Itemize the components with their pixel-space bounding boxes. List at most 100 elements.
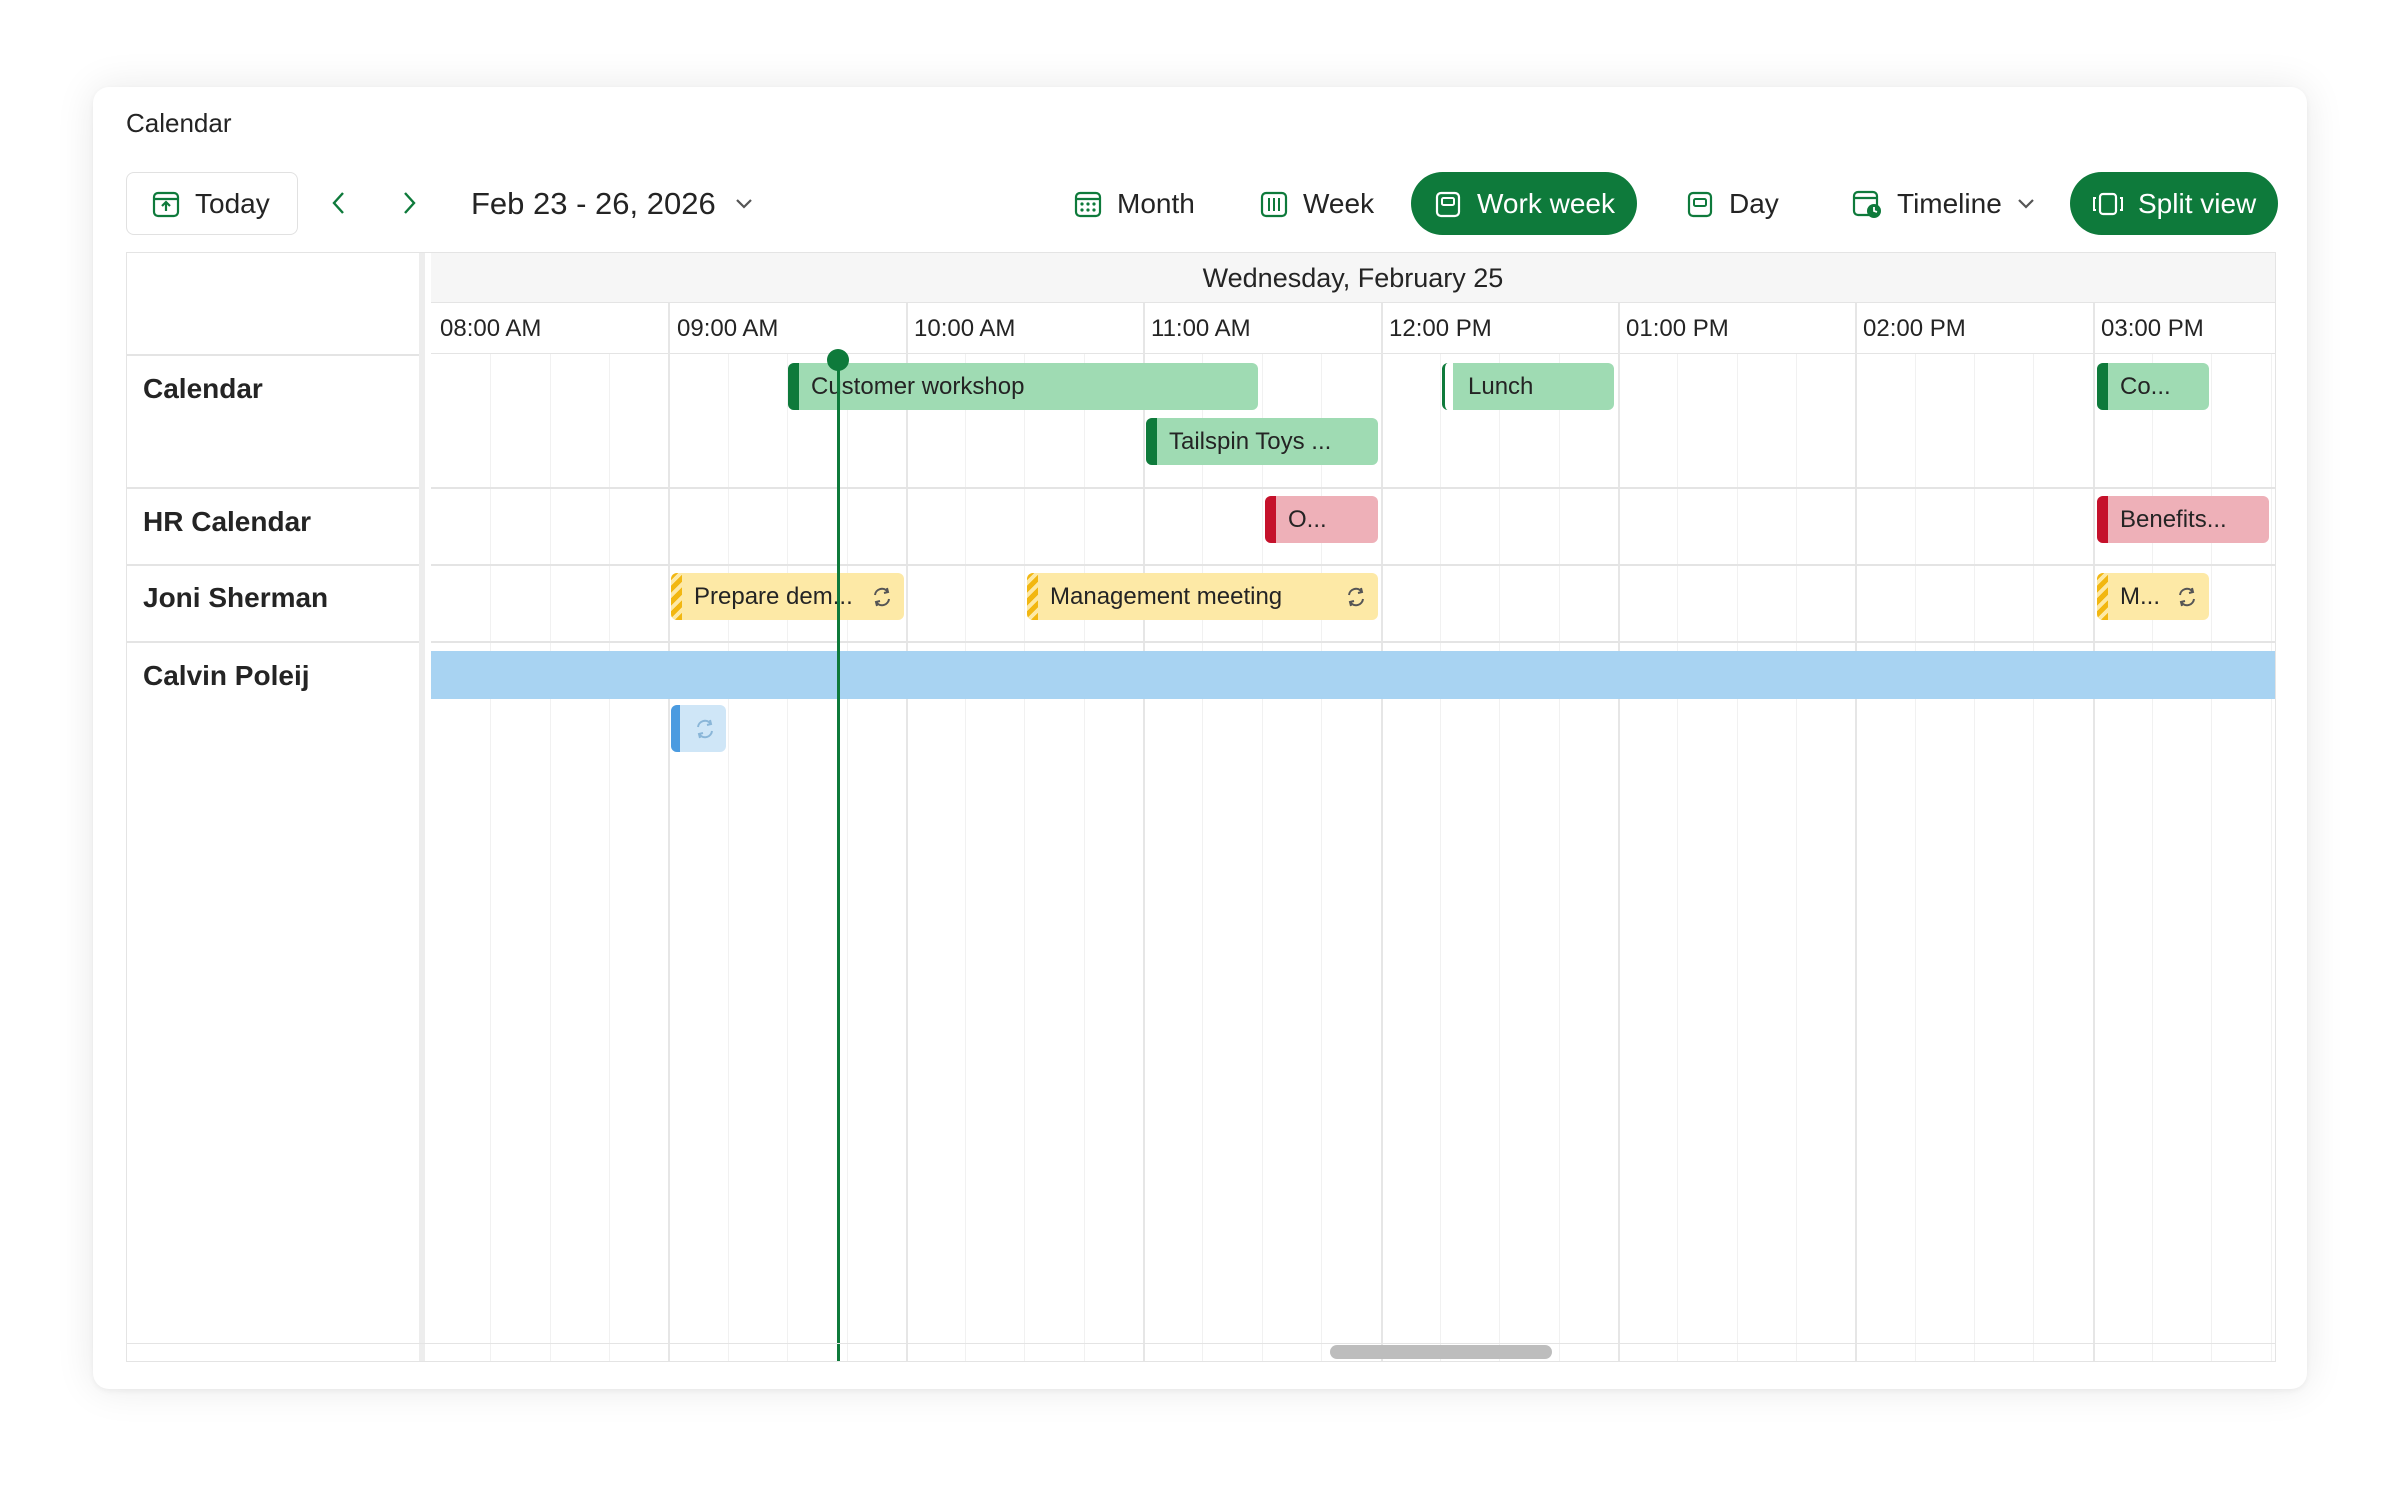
minor-gridline	[1974, 354, 1975, 1361]
today-label: Today	[195, 187, 270, 219]
recurrence-icon	[870, 585, 894, 609]
hour-gridline	[1143, 303, 1145, 1361]
minor-gridline	[1202, 354, 1203, 1361]
split-view-button[interactable]: Split view	[2070, 172, 2279, 235]
event-title: Benefits...	[2120, 505, 2227, 533]
resource-name: Calvin Poleij	[143, 660, 310, 691]
horizontal-scrollbar[interactable]	[127, 1343, 2275, 1361]
resource-name: HR Calendar	[143, 506, 312, 537]
row-divider	[127, 487, 419, 489]
minor-gridline	[1915, 354, 1916, 1361]
chevron-down-icon	[735, 199, 752, 209]
header-divider	[127, 354, 419, 356]
hour-label: 03:00 PM	[2101, 315, 2204, 342]
hour-label: 09:00 AM	[677, 315, 779, 342]
resource-name: Joni Sherman	[143, 582, 329, 613]
calendar-today-icon	[152, 191, 180, 217]
timeline-grid: Calendar HR Calendar Joni Sherman Calvin…	[126, 252, 2276, 1362]
event-title: Tailspin Toys ...	[1169, 427, 1332, 455]
event-customer-workshop[interactable]: Customer workshop	[788, 363, 1258, 410]
hour-header-row: 08:00 AM 09:00 AM 10:00 AM 11:00 AM 12:0…	[431, 303, 2275, 354]
event-lunch[interactable]: Lunch	[1442, 363, 1614, 410]
view-week-button[interactable]: Week	[1237, 172, 1396, 235]
minor-gridline	[1737, 354, 1738, 1361]
event-tailspin-toys[interactable]: Tailspin Toys ...	[1146, 418, 1378, 465]
hour-label: 08:00 AM	[440, 315, 542, 342]
view-work-week-label: Work week	[1477, 187, 1615, 219]
view-month-label: Month	[1117, 187, 1195, 219]
view-day-button[interactable]: Day	[1663, 172, 1801, 235]
date-range-picker[interactable]: Feb 23 - 26, 2026	[471, 184, 754, 224]
timeline-area: Wednesday, February 25 08:00 AM 09:00 AM…	[431, 253, 2275, 1361]
event-benefits[interactable]: Benefits...	[2097, 496, 2269, 543]
today-button[interactable]: Today	[126, 172, 298, 235]
previous-button[interactable]	[321, 185, 357, 221]
minor-gridline	[1440, 354, 1441, 1361]
view-work-week-button[interactable]: Work week	[1411, 172, 1637, 235]
event-title: Management meeting	[1050, 582, 1283, 610]
minor-gridline	[490, 354, 491, 1361]
view-timeline-label: Timeline	[1897, 187, 2002, 219]
resource-name: Calendar	[143, 373, 263, 404]
minor-gridline	[1262, 354, 1263, 1361]
calendar-month-icon	[1074, 191, 1102, 217]
row-divider	[127, 564, 419, 566]
minor-gridline	[1796, 354, 1797, 1361]
split-view-icon	[2093, 192, 2123, 215]
event-hr-o[interactable]: O...	[1265, 496, 1378, 543]
horizontal-scrollbar-thumb[interactable]	[1330, 1345, 1552, 1359]
event-title: Co...	[2120, 372, 2171, 400]
minor-gridline	[1499, 354, 1500, 1361]
chevron-left-icon	[332, 192, 344, 214]
hour-label: 10:00 AM	[914, 315, 1016, 342]
hour-gridline	[2093, 303, 2095, 1361]
calendar-week-icon	[1260, 191, 1288, 217]
view-week-label: Week	[1303, 187, 1375, 219]
event-prepare-demo[interactable]: Prepare dem...	[671, 573, 904, 620]
hour-gridline	[1855, 303, 1857, 1361]
minor-gridline	[1024, 354, 1025, 1361]
recurrence-icon	[2175, 585, 2199, 609]
hour-gridline	[1381, 303, 1383, 1361]
minor-gridline	[787, 354, 788, 1361]
view-month-button[interactable]: Month	[1051, 172, 1217, 235]
event-co[interactable]: Co...	[2097, 363, 2209, 410]
next-button[interactable]	[391, 185, 427, 221]
minor-gridline	[728, 354, 729, 1361]
chevron-down-icon	[2018, 198, 2034, 209]
event-management-meeting[interactable]: Management meeting	[1027, 573, 1378, 620]
current-time-line	[837, 357, 840, 1361]
card-title: Calendar	[126, 108, 232, 138]
event-joni-m[interactable]: M...	[2097, 573, 2209, 620]
event-calvin-all-day[interactable]	[431, 651, 2275, 699]
hour-label: 01:00 PM	[1626, 315, 1729, 342]
minor-gridline	[847, 354, 848, 1361]
current-time-dot	[827, 349, 849, 371]
minor-gridline	[1677, 354, 1678, 1361]
event-title: Customer workshop	[811, 372, 1025, 400]
hour-label: 12:00 PM	[1389, 315, 1492, 342]
calendar-day-icon	[1687, 191, 1713, 217]
day-header: Wednesday, February 25	[431, 253, 2275, 303]
resource-column: Calendar HR Calendar Joni Sherman Calvin…	[127, 253, 425, 1361]
calendar-work-week-icon	[1435, 191, 1461, 217]
split-view-label: Split view	[2138, 187, 2257, 219]
calendar-timeline-icon	[1852, 190, 1881, 218]
hour-gridline	[906, 303, 908, 1361]
minor-gridline	[965, 354, 966, 1361]
minor-gridline	[2033, 354, 2034, 1361]
minor-gridline	[550, 354, 551, 1361]
event-title: O...	[1288, 505, 1327, 533]
hour-gridline	[668, 303, 670, 1361]
view-timeline-button[interactable]: Timeline	[1829, 172, 2058, 235]
minor-gridline	[609, 354, 610, 1361]
event-title: M...	[2120, 582, 2160, 610]
calendar-card: Calendar Today Feb 23 - 26, 2026 Month W…	[93, 87, 2307, 1389]
minor-gridline	[1084, 354, 1085, 1361]
hour-label: 02:00 PM	[1863, 315, 1966, 342]
event-title: Lunch	[1468, 372, 1534, 400]
hour-gridline	[1618, 303, 1620, 1361]
minor-gridline	[1559, 354, 1560, 1361]
event-calvin-recurring[interactable]	[671, 705, 726, 752]
row-divider	[431, 487, 2275, 489]
